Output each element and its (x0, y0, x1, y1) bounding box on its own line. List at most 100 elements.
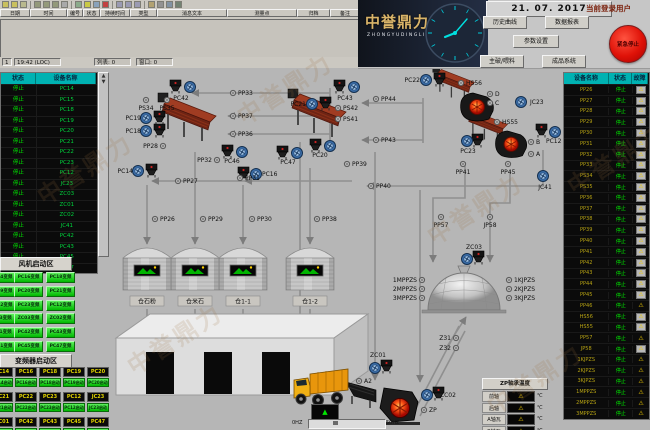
device-row[interactable]: 停止ZC01 (1, 200, 97, 211)
device-row[interactable]: 停止ZC02 (1, 210, 97, 221)
grid-a-icon[interactable] (116, 1, 123, 8)
device-row[interactable]: 停止PC21 (1, 137, 97, 148)
run-icon[interactable] (175, 1, 182, 8)
warning-icon[interactable]: ⚠ (636, 248, 646, 256)
vfd-button-PC45变频[interactable]: PC45变频 (14, 341, 43, 352)
warning-icon[interactable]: ⚠ (636, 280, 646, 288)
alarm-col-9[interactable]: 归档 (297, 9, 330, 17)
vfd-button-PC21变频[interactable]: PC21变频 (46, 286, 75, 297)
device-row[interactable]: 停止PC43 (1, 242, 97, 253)
device-row[interactable]: PP32停止⚠ (564, 149, 649, 160)
device-row[interactable]: PS35停止⚠ (564, 181, 649, 192)
device-row[interactable]: 停止JC23 (1, 179, 97, 190)
machine-PC42[interactable]: PC42 (170, 80, 196, 102)
device-row[interactable]: PP41停止⚠ (564, 246, 649, 257)
alarm-list[interactable] (0, 19, 361, 59)
tile-start-button[interactable]: PC18启动 (39, 378, 61, 387)
device-row[interactable]: PP44停止⚠ (564, 278, 649, 289)
device-row[interactable]: PP42停止⚠ (564, 257, 649, 268)
device-row[interactable]: 停止PC18 (1, 105, 97, 116)
machine-PC43[interactable]: PC43 (334, 80, 360, 102)
device-row[interactable]: 停止PC20 (1, 126, 97, 137)
alarm-col-6[interactable]: 类型 (130, 9, 157, 17)
device-row[interactable]: HS55停止⚠ (564, 322, 649, 333)
machine-PC22[interactable]: PC22 (405, 73, 445, 87)
device-row[interactable]: 2KJPZS停止⚠ (564, 365, 649, 376)
filter-c-icon[interactable] (52, 1, 59, 8)
grid-c-icon[interactable] (134, 1, 141, 8)
warning-icon[interactable]: ⚠ (636, 118, 646, 126)
machine-PC14[interactable]: PC14 (118, 164, 157, 178)
device-row[interactable]: 3KJPZS停止⚠ (564, 376, 649, 387)
device-row[interactable]: PP57停止⚠ (564, 332, 649, 343)
warning-icon[interactable]: ⚠ (638, 367, 643, 374)
device-row[interactable]: 2MPPZS停止⚠ (564, 397, 649, 408)
tile-start-button[interactable]: PC12启动 (63, 403, 85, 412)
machine-JC41[interactable]: JC41 (537, 171, 552, 192)
warning-icon[interactable]: ⚠ (636, 86, 646, 94)
stop-update-icon[interactable] (102, 1, 109, 8)
warning-icon[interactable]: ⚠ (638, 356, 643, 363)
device-row[interactable]: HS56停止⚠ (564, 311, 649, 322)
sort-icon[interactable] (166, 1, 173, 8)
device-row[interactable]: PP38停止⚠ (564, 214, 649, 225)
device-row[interactable]: PP46停止⚠ (564, 300, 649, 311)
warning-icon[interactable]: ⚠ (638, 389, 643, 396)
emergency-stop-button[interactable]: 紧急停止 (609, 25, 647, 63)
warning-icon[interactable]: ⚠ (636, 97, 646, 105)
warning-icon[interactable]: ⚠ (636, 172, 646, 180)
warning-icon[interactable]: ⚠ (636, 107, 646, 115)
refresh-icon[interactable] (93, 1, 100, 8)
warning-icon[interactable]: ⚠ (638, 335, 643, 342)
warning-icon[interactable]: ⚠ (636, 323, 646, 331)
data-report-button[interactable]: 数据报表 (545, 16, 589, 29)
alarm-col-3[interactable]: 编号 (67, 9, 83, 17)
archive-doc-icon[interactable] (11, 1, 18, 8)
vfd-button-ZC03变频[interactable]: ZC03变频 (14, 313, 43, 324)
warning-icon[interactable]: ⚠ (636, 291, 646, 299)
device-row[interactable]: 1KJPZS停止⚠ (564, 354, 649, 365)
device-row[interactable]: PP45停止⚠ (564, 289, 649, 300)
edit-pen-icon[interactable] (61, 1, 68, 8)
warning-icon[interactable]: ⚠ (636, 269, 646, 277)
device-row[interactable]: 停止PC23 (1, 158, 97, 169)
alarm-list-icon[interactable] (2, 1, 9, 8)
vfd-button-PC20变频[interactable]: PC20变频 (14, 286, 43, 297)
device-row[interactable]: 停止JC41 (1, 221, 97, 232)
filter-b-icon[interactable] (43, 1, 50, 8)
tile-start-button[interactable]: PC14启动 (0, 378, 13, 387)
export-doc-icon[interactable] (20, 1, 27, 8)
tile-start-button[interactable]: PC23启动 (39, 403, 61, 412)
vfd-button-PC42变频[interactable]: PC42变频 (14, 327, 43, 338)
device-row[interactable]: JP58停止⚠ (564, 343, 649, 354)
device-row[interactable]: 1MPPZS停止⚠ (564, 386, 649, 397)
device-row[interactable]: 停止PC19 (1, 116, 97, 127)
device-row[interactable]: PP37停止⚠ (564, 203, 649, 214)
warning-icon[interactable]: ⚠ (638, 400, 643, 407)
tile-start-button[interactable]: PC16启动 (15, 378, 37, 387)
device-row[interactable]: PS34停止⚠ (564, 170, 649, 181)
warning-icon[interactable]: ⚠ (636, 183, 646, 191)
warning-icon[interactable]: ⚠ (638, 378, 643, 385)
machine-ZC02[interactable]: ZC02 (422, 387, 457, 401)
device-row[interactable]: PP30停止⚠ (564, 127, 649, 138)
warning-icon[interactable]: ⚠ (638, 410, 643, 417)
vfd-button-PC23变频[interactable]: PC23变频 (14, 300, 43, 311)
warning-icon[interactable]: ⚠ (636, 259, 646, 267)
warning-icon[interactable]: ⚠ (636, 226, 646, 234)
tile-start-button[interactable]: PC22启动 (15, 403, 37, 412)
warning-icon[interactable]: ⚠ (636, 194, 646, 202)
grid-b-icon[interactable] (125, 1, 132, 8)
device-row[interactable]: 停止ZC03 (1, 189, 97, 200)
list-view-icon[interactable] (75, 1, 82, 8)
filter-a-icon[interactable] (34, 1, 41, 8)
vfd-button-ZC02变频[interactable]: ZC02变频 (46, 313, 75, 324)
print-icon[interactable] (157, 1, 164, 8)
machine-PC19[interactable]: PC19 (126, 111, 165, 125)
device-row[interactable]: 停止PC22 (1, 147, 97, 158)
device-row[interactable]: PP33停止⚠ (564, 160, 649, 171)
device-row[interactable]: 停止PC12 (1, 168, 97, 179)
history-curve-button[interactable]: 历史曲线 (483, 16, 527, 29)
alarm-col-8[interactable]: 测量点 (227, 9, 297, 17)
warning-icon[interactable]: ⚠ (636, 205, 646, 213)
